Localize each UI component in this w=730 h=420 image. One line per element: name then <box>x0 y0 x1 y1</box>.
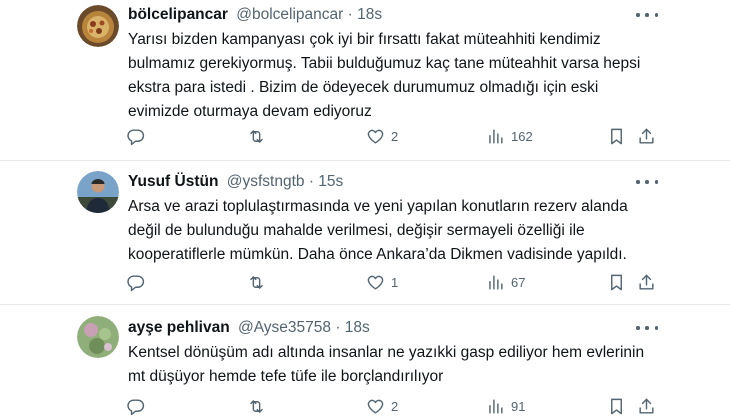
reply-icon <box>127 398 145 415</box>
retweet-button[interactable] <box>247 395 266 417</box>
heart-icon <box>367 275 384 290</box>
bookmark-button[interactable] <box>607 125 626 147</box>
reply-button[interactable] <box>126 271 145 293</box>
reply-button[interactable] <box>126 395 145 417</box>
share-icon <box>639 274 654 290</box>
heart-icon <box>367 129 384 144</box>
reply-button[interactable] <box>126 125 145 147</box>
avatar[interactable] <box>77 5 119 47</box>
separator: · <box>335 319 341 336</box>
tweet-text: Yarısı bizden kampanyası çok iyi bir fır… <box>128 31 641 120</box>
display-name[interactable]: bölcelipancar <box>128 6 228 23</box>
action-bar: 2 91 <box>0 395 730 417</box>
tweet-header: ayşe pehlivan @Ayse35758 · 18s <box>128 318 370 338</box>
views-icon <box>489 128 503 144</box>
separator: · <box>308 173 314 190</box>
display-name[interactable]: Yusuf Üstün <box>128 173 218 190</box>
tweet[interactable]: bölcelipancar @bolcelipancar · 18s Yarıs… <box>0 0 730 160</box>
share-icon <box>639 398 654 414</box>
retweet-icon <box>250 399 263 413</box>
bookmark-button[interactable] <box>607 271 626 293</box>
like-button[interactable]: 2 <box>366 125 398 147</box>
share-button[interactable] <box>637 125 656 147</box>
heart-icon <box>367 399 384 414</box>
bookmark-icon <box>611 128 622 144</box>
tweet-text: Arsa ve arazi toplulaştırmasında ve yeni… <box>128 198 628 263</box>
reply-icon <box>127 274 145 291</box>
view-count: 91 <box>511 398 526 414</box>
separator: · <box>347 6 353 23</box>
more-icon[interactable] <box>636 8 658 22</box>
timestamp[interactable]: 18s <box>345 319 370 336</box>
views-button[interactable]: 162 <box>486 125 533 147</box>
handle[interactable]: @Ayse35758 <box>238 319 331 336</box>
share-icon <box>639 128 654 144</box>
timestamp[interactable]: 15s <box>318 173 343 190</box>
views-icon <box>489 274 503 290</box>
retweet-icon <box>250 129 263 143</box>
views-button[interactable]: 67 <box>486 271 525 293</box>
view-count: 67 <box>511 274 526 290</box>
bookmark-button[interactable] <box>607 395 626 417</box>
tweet-text: Kentsel dönüşüm adı altında insanlar ne … <box>128 344 645 385</box>
like-button[interactable]: 2 <box>366 395 398 417</box>
retweet-button[interactable] <box>247 125 266 147</box>
view-count: 162 <box>511 128 533 144</box>
handle[interactable]: @bolcelipancar <box>236 6 343 23</box>
handle[interactable]: @ysfstngtb <box>227 173 305 190</box>
like-count: 2 <box>391 398 399 414</box>
timestamp[interactable]: 18s <box>357 6 382 23</box>
share-button[interactable] <box>637 271 656 293</box>
retweet-button[interactable] <box>247 271 266 293</box>
more-icon[interactable] <box>636 321 658 335</box>
more-icon[interactable] <box>636 175 658 189</box>
avatar[interactable] <box>77 316 119 358</box>
display-name[interactable]: ayşe pehlivan <box>128 319 230 336</box>
like-button[interactable]: 1 <box>366 271 398 293</box>
bookmark-icon <box>611 398 622 414</box>
tweet[interactable]: Yusuf Üstün @ysfstngtb · 15s Arsa ve ara… <box>0 161 730 304</box>
like-count: 1 <box>391 274 399 290</box>
tweet-header: Yusuf Üstün @ysfstngtb · 15s <box>128 172 343 192</box>
tweet-header: bölcelipancar @bolcelipancar · 18s <box>128 5 382 25</box>
share-button[interactable] <box>637 395 656 417</box>
bookmark-icon <box>611 274 622 290</box>
avatar[interactable] <box>77 171 119 213</box>
action-bar: 2 162 <box>0 125 730 147</box>
retweet-icon <box>250 275 263 289</box>
tweet-feed: bölcelipancar @bolcelipancar · 18s Yarıs… <box>0 0 730 420</box>
action-bar: 1 67 <box>0 271 730 293</box>
views-button[interactable]: 91 <box>486 395 525 417</box>
reply-icon <box>127 128 145 145</box>
like-count: 2 <box>391 128 399 144</box>
views-icon <box>489 398 503 414</box>
tweet[interactable]: ayşe pehlivan @Ayse35758 · 18s Kentsel d… <box>0 305 730 420</box>
